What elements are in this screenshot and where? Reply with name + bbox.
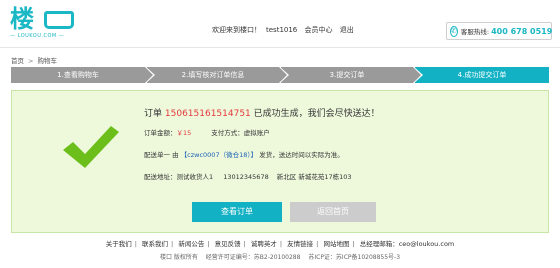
order-amount-row: 订单金额：￥15 支付方式：虚拟账户 (144, 127, 270, 137)
license-text: 经营许可证编号：苏B2-20100288 (205, 254, 301, 261)
step-arrow (279, 67, 287, 83)
hotline-label: 客服热线: (460, 28, 490, 36)
address-row: 配送地址：测试收货人1 13012345678 新北区 新城花苑17栋103 (144, 171, 352, 181)
order-suffix: 已成功生成，我们会尽快送达！ (253, 109, 380, 119)
member-center-link[interactable]: 会员中心 (305, 26, 333, 34)
footer-link-feedback[interactable]: 意见反馈 (215, 240, 241, 248)
hotline-box: ✆ 客服热线: 400 678 0519 (446, 22, 552, 40)
footer-link-about[interactable]: 关于我们 (106, 240, 132, 248)
icp-text: 苏ICP证：苏ICP备10208855号-3 (308, 254, 401, 261)
footer-copyright: 楼口 版权所有 经营许可证编号：苏B2-20100288 苏ICP证：苏ICP备… (0, 252, 560, 261)
site-header: 楼 — LOUKOU.COM — 欢迎来到楼口！ test1016 会员中心 退出… (0, 0, 560, 48)
dispatch-suffix: 发货，送达时间以实际为准。 (259, 151, 344, 159)
step-label: 1.查看购物车 (57, 71, 99, 79)
step-success: 4.成功提交订单 (415, 67, 549, 83)
footer-link-sitemap[interactable]: 网站地图 (323, 240, 349, 248)
username-link[interactable]: test1016 (266, 26, 297, 34)
receiver-phone: 13012345678 (223, 173, 269, 181)
order-prefix: 订单 (144, 109, 163, 119)
checkout-steps: 1.查看购物车 2.填写核对订单信息 3.提交订单 4.成功提交订单 (11, 66, 549, 84)
footer-link-news[interactable]: 新闻公告 (178, 240, 204, 248)
amount-value: ￥15 (176, 129, 192, 137)
step-submit-order: 3.提交订单 (281, 66, 423, 84)
footer-links: 关于我们 | 联系我们 | 新闻公告 | 意见反馈 | 诚聘英才 | 友情链接 | 网站地图… (105, 240, 455, 248)
breadcrumb-home[interactable]: 首页 (11, 57, 24, 65)
copyright-text: 楼口 版权所有 (159, 254, 198, 261)
receiver-name: 测试收货人1 (176, 173, 214, 181)
step-arrow (413, 67, 421, 83)
footer-link-careers[interactable]: 诚聘英才 (251, 240, 277, 248)
logout-link[interactable]: 退出 (340, 26, 354, 34)
dispatch-prefix: 配送单一 由 (144, 151, 179, 159)
site-logo[interactable]: 楼 — LOUKOU.COM — (10, 6, 98, 42)
payment-method: 支付方式：虚拟账户 (211, 129, 270, 137)
footer-link-contact[interactable]: 联系我们 (142, 240, 168, 248)
receiver-address: 新北区 新城花苑17栋103 (276, 173, 352, 181)
step-view-cart: 1.查看购物车 (11, 66, 155, 84)
welcome-bar: 欢迎来到楼口！ test1016 会员中心 退出 (212, 25, 359, 35)
dispatch-row: 配送单一 由 【czwc0007（微仓18）】 发货，送达时间以实际为准。 (144, 149, 344, 159)
order-success-panel: 订单 150615161514751 已成功生成，我们会尽快送达！ 订单金额：￥… (11, 90, 549, 233)
order-number: 150615161514751 (164, 109, 251, 119)
dispatch-store: 【czwc0007（微仓18）】 (180, 151, 258, 159)
back-home-button[interactable]: 返回首页 (290, 202, 376, 222)
step-arrow (145, 67, 153, 83)
step-label: 2.填写核对订单信息 (181, 71, 245, 79)
breadcrumb-current: 购物车 (37, 57, 57, 65)
order-success-message: 订单 150615161514751 已成功生成，我们会尽快送达！ (144, 106, 380, 119)
breadcrumb: 首页 > 购物车 (11, 55, 57, 65)
logo-box-shape (44, 11, 74, 29)
phone-icon: ✆ (450, 25, 458, 37)
step-label: 4.成功提交订单 (457, 71, 507, 79)
step-fill-order: 2.填写核对订单信息 (147, 66, 289, 84)
footer-link-friends[interactable]: 友情链接 (287, 240, 313, 248)
address-label: 配送地址： (144, 173, 177, 181)
success-check-icon (63, 126, 119, 168)
logo-main-text: 楼 (10, 5, 35, 33)
hotline-number: 400 678 0519 (491, 26, 553, 36)
step-label: 3.提交订单 (329, 71, 365, 79)
view-order-button[interactable]: 查看订单 (192, 202, 282, 222)
footer-link-ceo-email[interactable]: 总经理邮箱：ceo@loukou.com (360, 240, 455, 248)
amount-label: 订单金额： (144, 129, 177, 137)
breadcrumb-separator: > (28, 57, 34, 65)
welcome-text: 欢迎来到楼口！ (212, 26, 261, 34)
logo-sub-text: — LOUKOU.COM — (10, 33, 65, 39)
